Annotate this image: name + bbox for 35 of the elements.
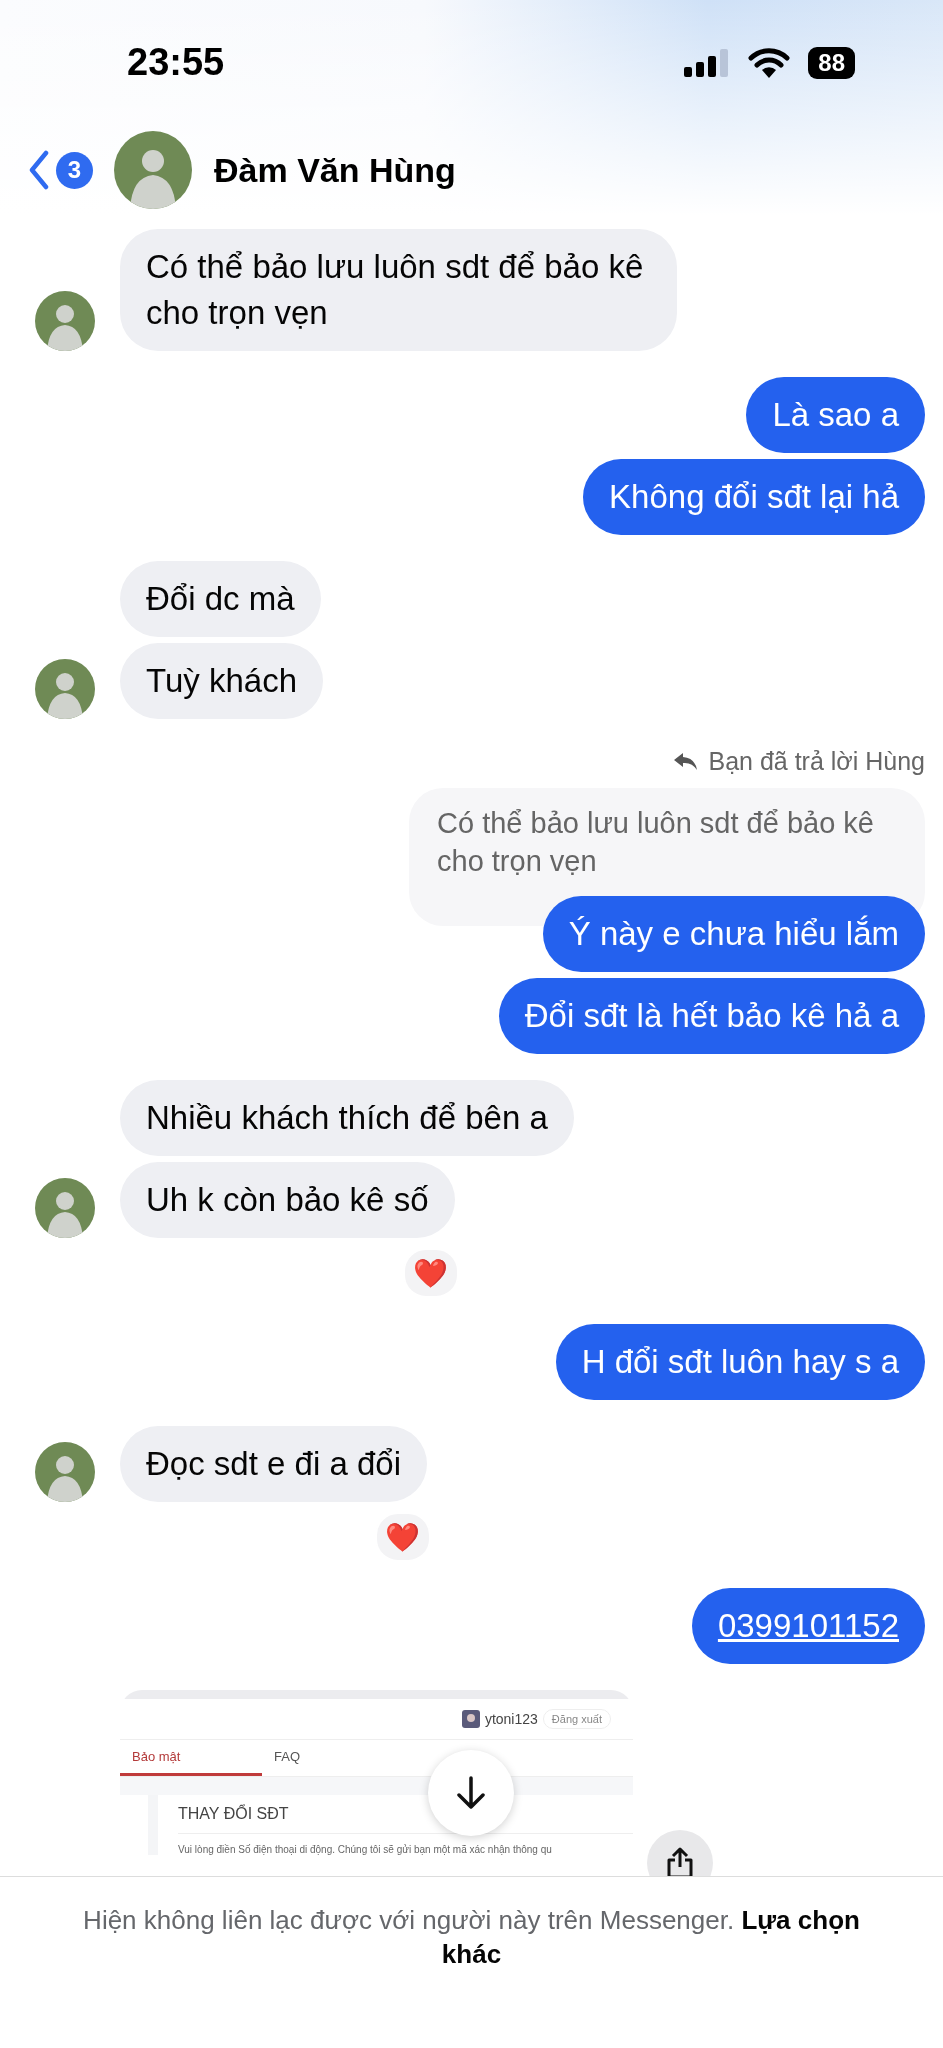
message-bubble: Là sao a [746, 377, 925, 453]
phone-link[interactable]: 0399101152 [691, 1588, 925, 1664]
message-bubble: Đổi dc mà [120, 561, 321, 637]
message-bubble: Uh k còn bảo kê số [120, 1162, 455, 1238]
message-bubble: Không đổi sđt lại hả [583, 459, 925, 535]
contact-name: Đàm Văn Hùng [214, 150, 456, 190]
message-bubble: Tuỳ khách [120, 643, 323, 719]
instruction-text: Vui lòng điền Số điện thoại di động. Chúng tôi sẽ gửi bạn một mã xác nhận thông qu [178, 1844, 553, 1855]
wifi-icon [748, 47, 791, 78]
arrow-down-icon [456, 1776, 486, 1810]
message-bubble: H đổi sđt luôn hay s a [555, 1324, 925, 1400]
user-avatar-icon [461, 1710, 480, 1728]
avatar-icon [35, 659, 95, 719]
unread-badge: 3 [56, 151, 93, 189]
chevron-left-icon [28, 150, 50, 190]
back-button[interactable]: 3 [28, 150, 93, 190]
reaction-heart[interactable]: ❤ [402, 1248, 459, 1298]
username: ytoni123 [484, 1711, 538, 1727]
notice-text: Hiện không liên lạc được với người này trên Messenger. Lựa chọn khác [82, 1904, 861, 1971]
battery-indicator: 88 [808, 46, 855, 79]
reaction-heart[interactable]: ❤ [375, 1512, 431, 1562]
tab-label: FAQ [273, 1748, 301, 1766]
avatar-icon [35, 1442, 95, 1502]
share-icon [666, 1847, 694, 1876]
reply-label: Bạn đã trả lời Hùng [674, 747, 925, 776]
signal-icon [684, 48, 731, 77]
avatar-icon [35, 1178, 95, 1238]
message-bubble: Đổi sđt là hết bảo kê hả a [498, 978, 925, 1054]
status-time: 23:55 [127, 41, 225, 84]
message-bubble: Đọc sdt e đi a đổi [120, 1426, 427, 1502]
message-bubble: Nhiều khách thích để bên a [120, 1080, 574, 1156]
reply-icon [674, 752, 699, 771]
message-bubble: Ý này e chưa hiểu lắm [542, 896, 925, 972]
message-bubble: Có thể bảo lưu luôn sdt để bảo kê cho trọn vẹn [120, 229, 677, 351]
avatar-icon [35, 291, 95, 351]
